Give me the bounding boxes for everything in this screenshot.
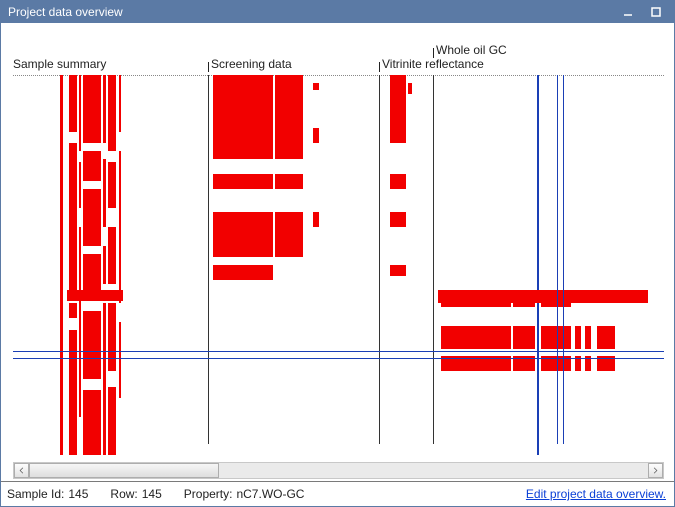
data-band <box>67 290 123 301</box>
data-band <box>83 390 101 455</box>
data-band <box>69 143 77 295</box>
data-overview-chart[interactable]: Sample summary Screening data Vitrinite … <box>13 35 664 462</box>
data-band <box>79 227 81 417</box>
data-band <box>83 151 101 181</box>
data-band <box>390 174 406 189</box>
data-band <box>441 326 511 349</box>
section-divider <box>379 75 380 444</box>
scroll-thumb[interactable] <box>29 463 219 478</box>
data-band <box>108 75 116 151</box>
horizontal-scrollbar[interactable] <box>13 462 664 479</box>
data-band <box>103 246 106 284</box>
data-band <box>108 387 116 455</box>
row-label: Row: <box>110 487 137 501</box>
data-band <box>83 75 101 143</box>
scroll-track[interactable] <box>29 463 648 478</box>
section-header-vitrinite: Vitrinite reflectance <box>379 57 484 71</box>
data-band <box>213 174 273 189</box>
data-band <box>108 227 116 284</box>
data-band <box>313 83 319 91</box>
data-band <box>575 326 581 349</box>
maximize-button[interactable] <box>642 4 670 20</box>
crosshair-vertical <box>563 75 564 444</box>
data-band <box>275 174 303 189</box>
row-value: 145 <box>142 487 162 501</box>
data-band <box>103 75 106 143</box>
data-band <box>103 303 106 455</box>
scroll-left-button[interactable] <box>14 463 29 478</box>
section-divider <box>208 75 209 444</box>
plot-area[interactable] <box>13 75 664 444</box>
data-band <box>83 189 101 246</box>
data-band <box>408 83 412 94</box>
crosshair-horizontal <box>13 358 664 359</box>
title-bar: Project data overview <box>1 1 674 23</box>
status-bar: Sample Id: 145 Row: 145 Property: nC7.WO… <box>1 482 674 506</box>
data-band <box>60 75 63 455</box>
crosshair-vertical <box>557 75 558 444</box>
section-header-sample-summary: Sample summary <box>13 57 106 71</box>
data-band <box>213 265 273 280</box>
section-header-screening: Screening data <box>208 57 292 71</box>
section-header-whole-oil: Whole oil GC <box>433 43 507 57</box>
data-band <box>513 326 535 349</box>
data-band <box>585 326 591 349</box>
data-band <box>313 128 319 143</box>
data-band <box>103 159 106 227</box>
data-band <box>213 75 273 159</box>
property-label: Property: <box>184 487 233 501</box>
data-band <box>390 265 406 276</box>
data-band <box>119 322 121 398</box>
data-band <box>108 303 116 371</box>
data-band <box>119 151 121 303</box>
data-band <box>69 75 77 132</box>
data-band <box>390 75 406 143</box>
data-band <box>541 326 571 349</box>
client-area: Sample summary Screening data Vitrinite … <box>1 23 674 506</box>
data-band <box>438 290 648 303</box>
edit-overview-link[interactable]: Edit project data overview. <box>526 487 666 501</box>
data-band <box>69 330 77 455</box>
window-title: Project data overview <box>8 5 614 19</box>
data-band <box>390 212 406 227</box>
section-divider <box>433 75 434 444</box>
data-band <box>313 212 319 227</box>
data-band <box>119 75 121 132</box>
data-band <box>275 212 303 258</box>
minimize-button[interactable] <box>614 4 642 20</box>
data-band <box>83 311 101 379</box>
sample-id-value: 145 <box>68 487 88 501</box>
sample-id-label: Sample Id: <box>7 487 64 501</box>
data-band <box>213 212 273 258</box>
data-band <box>69 303 77 318</box>
data-band <box>79 162 81 208</box>
data-band <box>537 75 539 455</box>
data-band <box>275 75 303 159</box>
data-band <box>597 326 615 349</box>
crosshair-horizontal <box>13 351 664 352</box>
data-band <box>108 162 116 208</box>
property-value: nC7.WO-GC <box>236 487 304 501</box>
data-band <box>79 75 81 151</box>
scroll-right-button[interactable] <box>648 463 663 478</box>
